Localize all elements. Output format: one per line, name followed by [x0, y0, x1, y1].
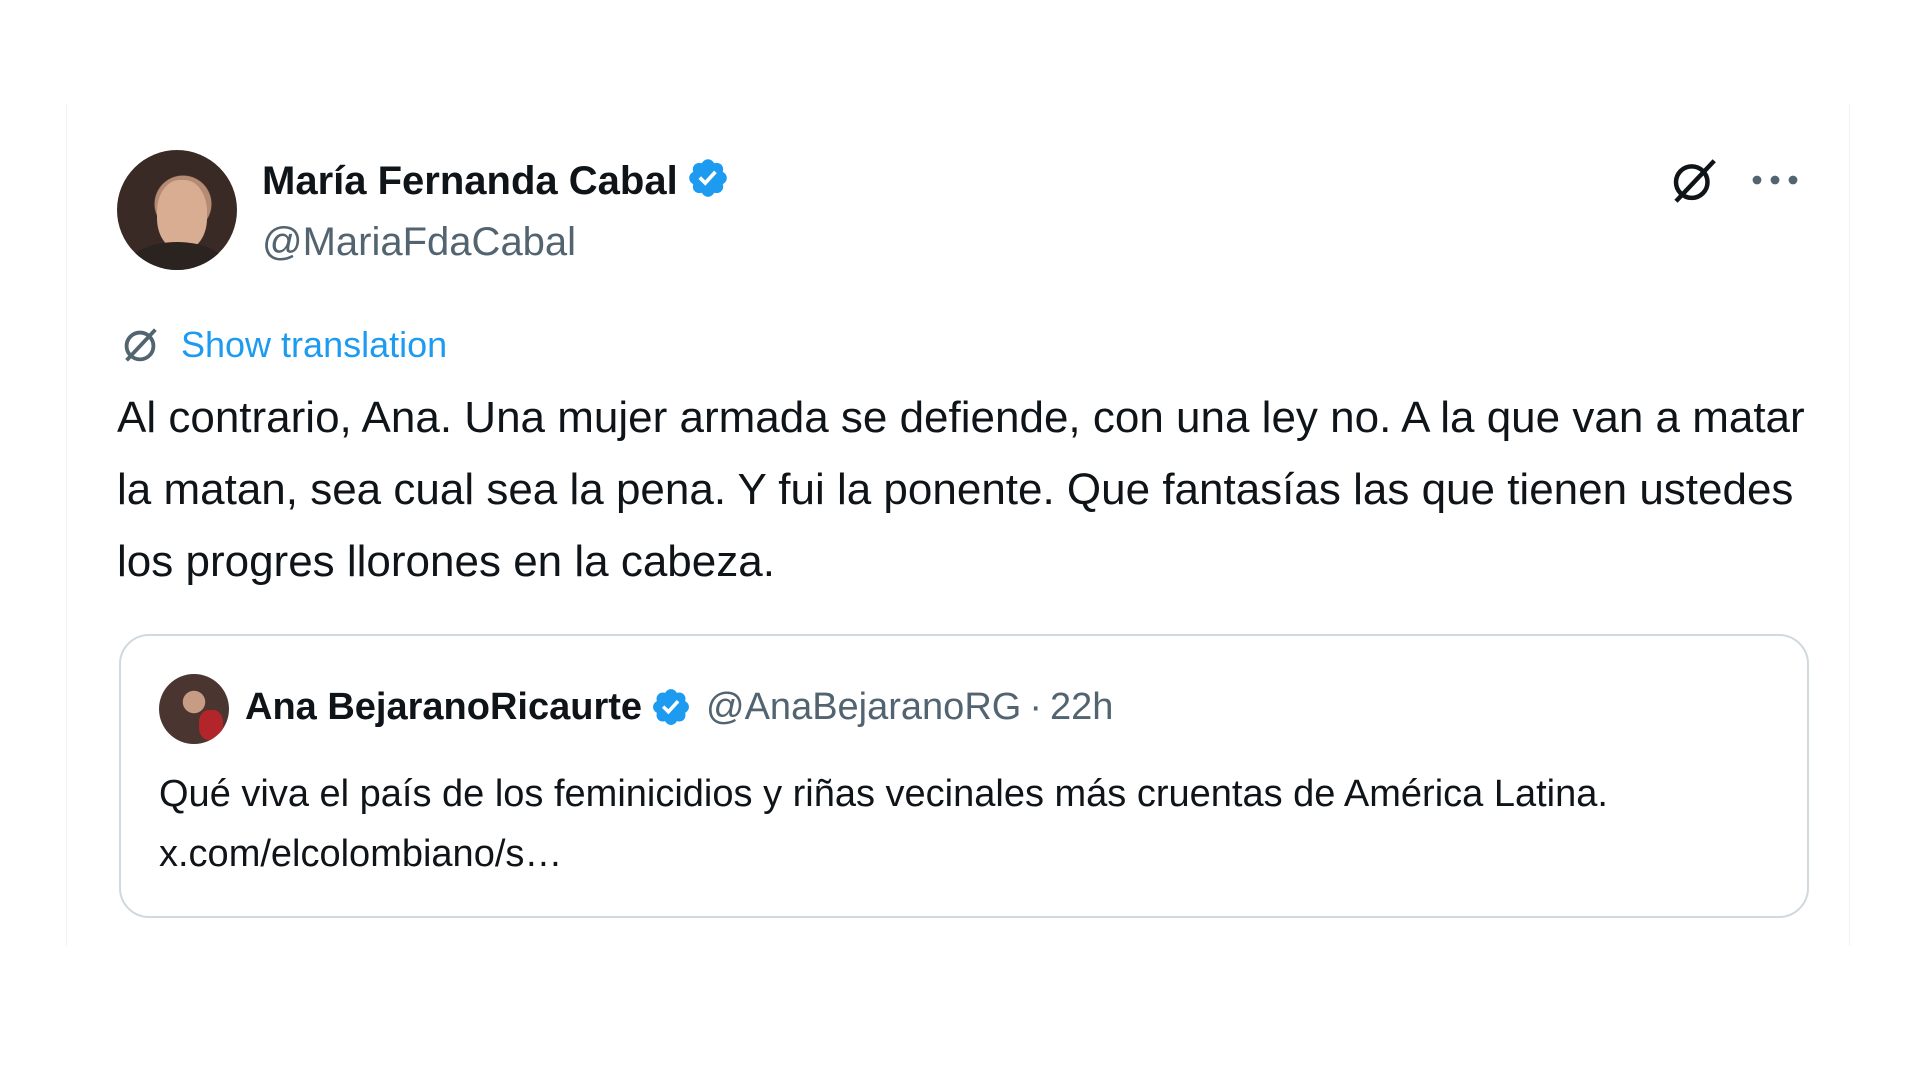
quoted-timestamp[interactable]: 22h	[1050, 682, 1113, 732]
grok-icon[interactable]	[1667, 154, 1721, 208]
quoted-author-name[interactable]: Ana BejaranoRicaurte	[245, 682, 642, 732]
quoted-tweet-header: Ana BejaranoRicaurte @AnaBejaranoRG · 22…	[245, 682, 1113, 732]
translate-icon	[124, 328, 157, 362]
tweet-text: Al contrario, Ana. Una mujer armada se d…	[117, 393, 1805, 586]
author-handle[interactable]: @MariaFdaCabal	[262, 218, 576, 266]
avatar-face	[157, 180, 207, 250]
author-name-row[interactable]: María Fernanda Cabal	[262, 156, 730, 205]
quoted-tweet-text: Qué viva el país de los feminicidios y r…	[159, 773, 1608, 875]
more-horizontal-icon[interactable]	[1747, 160, 1803, 200]
verified-badge-icon	[653, 689, 689, 725]
verified-badge-icon	[688, 159, 727, 197]
tweet-card[interactable]: María Fernanda Cabal @MariaFdaCabal Show…	[66, 104, 1850, 946]
avatar-shoulder	[127, 242, 227, 270]
quoted-author-handle[interactable]: @AnaBejaranoRG	[706, 682, 1021, 732]
dot-separator: ·	[1029, 686, 1042, 728]
avatar-accent	[199, 710, 223, 740]
quoted-tweet-card[interactable]: Ana BejaranoRicaurte @AnaBejaranoRG · 22…	[119, 634, 1809, 918]
quoted-author-avatar[interactable]	[159, 674, 229, 744]
translate-row[interactable]: Show translation	[117, 320, 447, 370]
show-translation-link[interactable]: Show translation	[181, 324, 447, 366]
author-name[interactable]: María Fernanda Cabal	[262, 159, 678, 203]
author-avatar[interactable]	[117, 150, 237, 270]
